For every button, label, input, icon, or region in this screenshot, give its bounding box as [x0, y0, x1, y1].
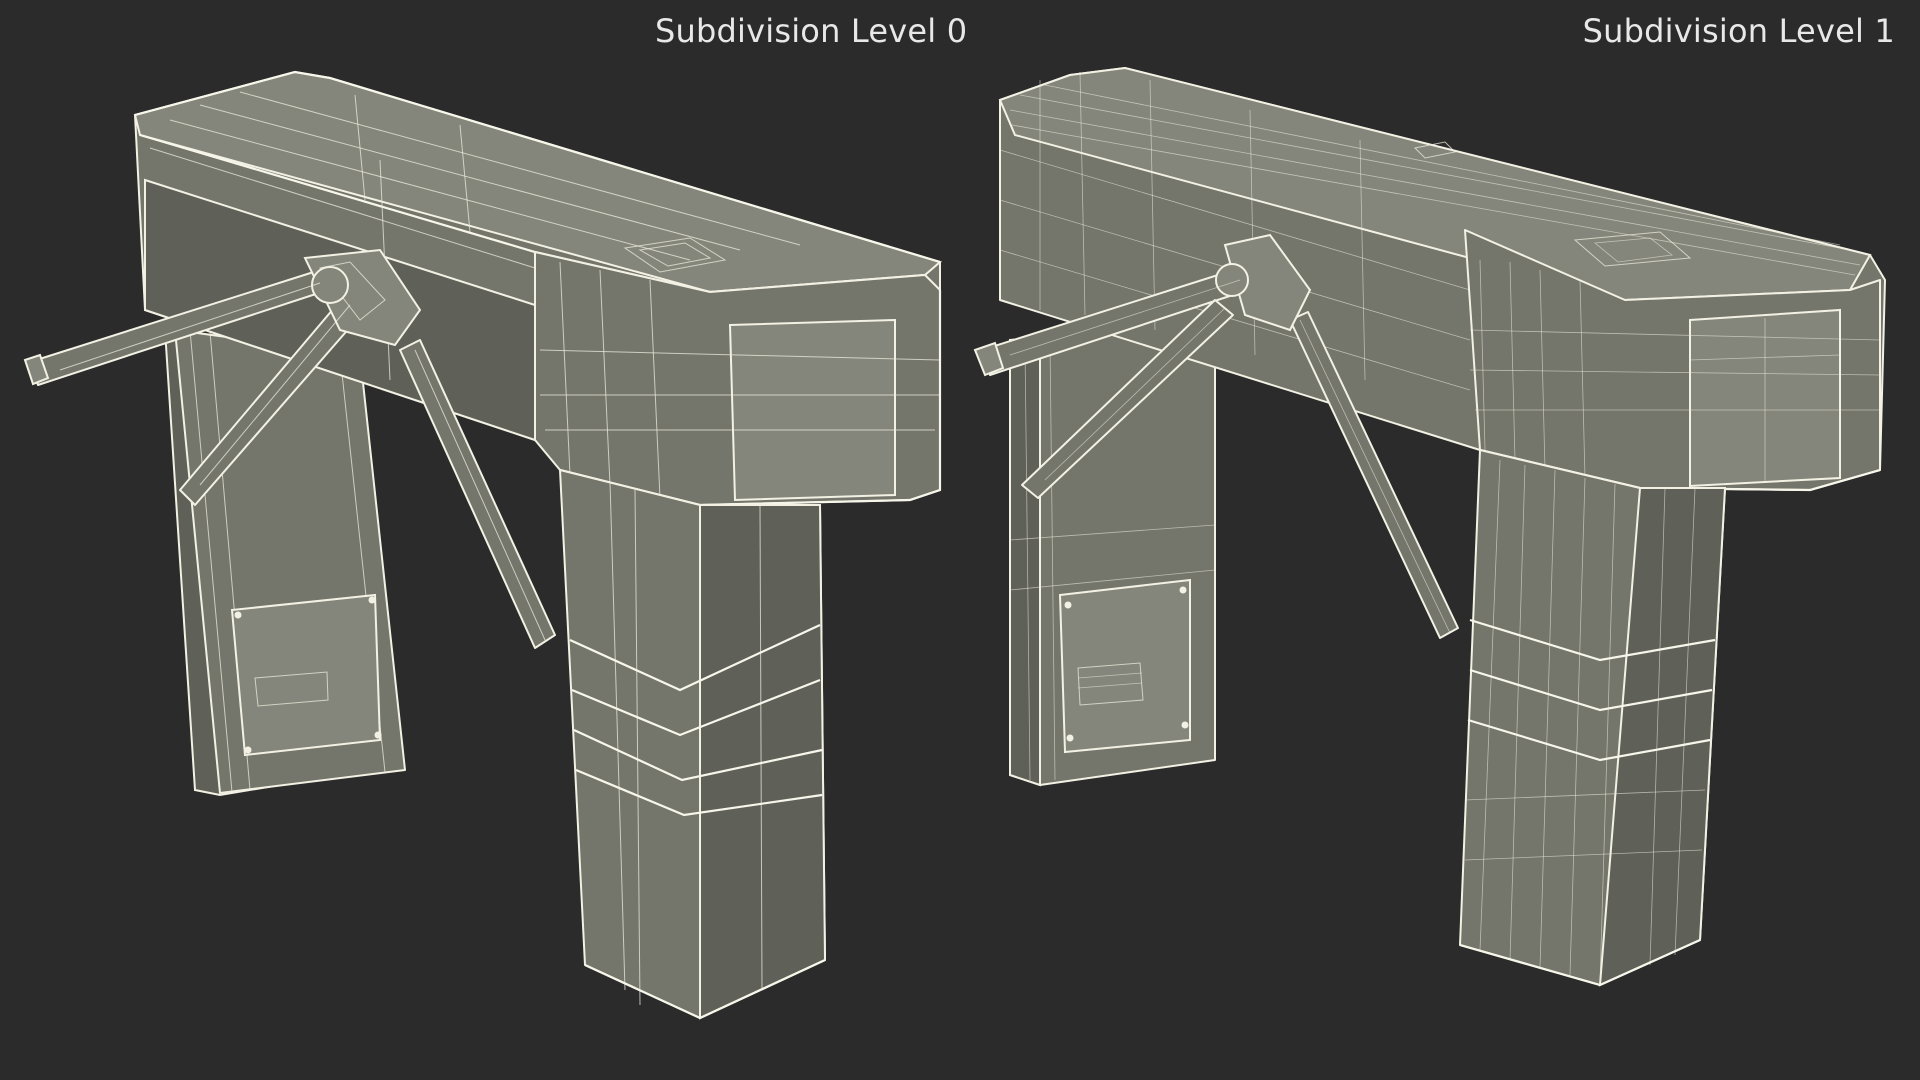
info-plate-level-1 [1058, 578, 1191, 754]
left-support-post-level-1 [1009, 319, 1216, 787]
right-support-post-level-1 [1459, 449, 1727, 987]
info-plate-level-0 [230, 593, 382, 757]
display-panel-level-0 [728, 318, 896, 502]
turnstile-level-1 [973, 66, 1886, 987]
turnstile-level-0 [23, 70, 943, 1020]
right-support-post-level-0 [559, 469, 827, 1020]
render-viewport [23, 66, 1886, 1020]
